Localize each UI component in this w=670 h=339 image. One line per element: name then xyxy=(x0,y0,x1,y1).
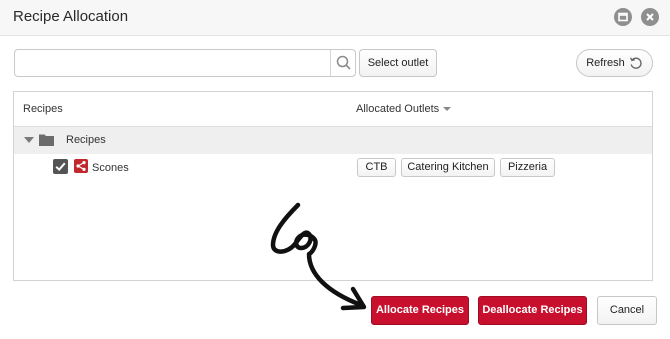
checkmark-icon xyxy=(55,162,66,172)
cancel-button[interactable]: Cancel xyxy=(597,296,657,325)
recipe-share-icon xyxy=(74,159,88,173)
column-header-label: Allocated Outlets xyxy=(356,103,440,115)
outlet-tag[interactable]: Catering Kitchen xyxy=(401,158,495,177)
folder-icon xyxy=(39,134,54,146)
hand-drawn-arrow-icon xyxy=(270,202,367,311)
refresh-icon xyxy=(629,57,642,69)
restore-window-button[interactable] xyxy=(614,8,632,26)
refresh-button[interactable]: Refresh xyxy=(576,49,653,77)
select-outlet-button[interactable]: Select outlet xyxy=(359,49,437,77)
outlet-tag[interactable]: Pizzeria xyxy=(500,158,555,177)
dialog-title: Recipe Allocation xyxy=(13,8,129,25)
search-box xyxy=(14,49,356,77)
title-bar: Recipe Allocation xyxy=(0,0,670,36)
search-input[interactable] xyxy=(15,50,330,76)
search-button[interactable] xyxy=(330,50,356,76)
close-window-button[interactable] xyxy=(641,8,659,26)
column-header-recipes[interactable]: Recipes xyxy=(23,103,63,115)
deallocate-recipes-button[interactable]: Deallocate Recipes xyxy=(478,296,587,325)
table-row[interactable]: Scones CTB Catering Kitchen Pizzeria xyxy=(14,154,652,181)
close-icon xyxy=(646,13,654,21)
group-row-recipes[interactable]: Recipes xyxy=(14,127,652,154)
search-icon xyxy=(336,55,351,70)
grid-header: Recipes Allocated Outlets xyxy=(14,92,652,127)
refresh-label: Refresh xyxy=(586,57,625,69)
recipe-allocation-dialog: Recipe Allocation Select outlet Refresh xyxy=(0,0,670,339)
group-label: Recipes xyxy=(66,134,106,146)
sort-caret-icon xyxy=(443,107,452,112)
allocate-recipes-button[interactable]: Allocate Recipes xyxy=(371,296,469,325)
column-header-allocated-outlets[interactable]: Allocated Outlets xyxy=(356,103,452,115)
outlet-tag[interactable]: CTB xyxy=(357,158,396,177)
expand-caret-icon[interactable] xyxy=(24,137,34,143)
recipe-name: Scones xyxy=(92,162,129,174)
restore-icon xyxy=(618,12,628,22)
row-checkbox[interactable] xyxy=(53,159,68,174)
